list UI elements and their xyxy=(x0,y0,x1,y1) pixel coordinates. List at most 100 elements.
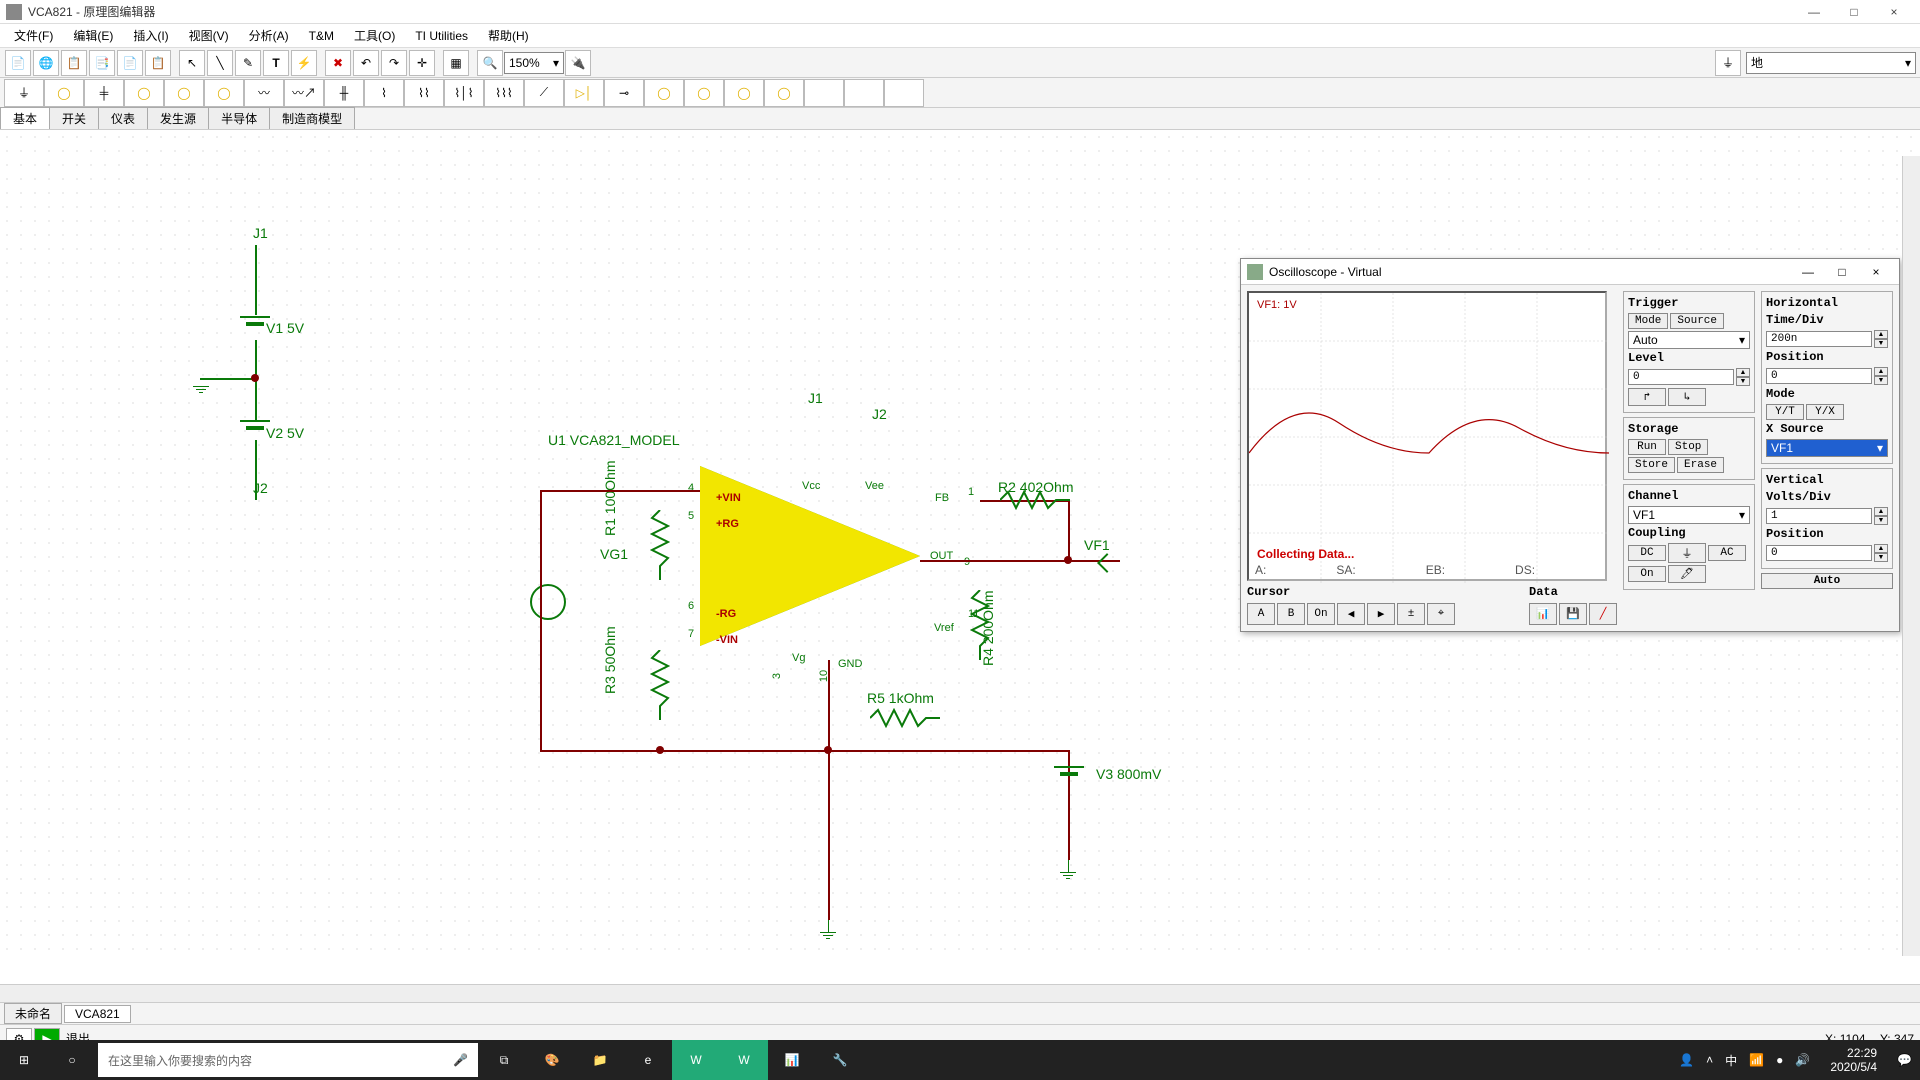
coupling-dc[interactable]: DC xyxy=(1628,545,1666,561)
pencil-tool[interactable]: ✎ xyxy=(235,50,261,76)
osc-screen[interactable]: VF1: 1V Collecting Data... A: SA: EB: xyxy=(1247,291,1607,581)
mode-yt[interactable]: Y/T xyxy=(1766,404,1804,420)
symbol-tool[interactable]: ⚡ xyxy=(291,50,317,76)
taskbar-wps2[interactable]: W xyxy=(720,1040,768,1080)
trigger-level-down[interactable]: ▼ xyxy=(1736,377,1750,386)
tab-basic[interactable]: 基本 xyxy=(0,107,50,129)
canvas-scrollbar-v[interactable] xyxy=(1902,156,1920,956)
comp-switch[interactable]: ⟋ xyxy=(524,79,564,107)
taskbar-tina[interactable]: 🔧 xyxy=(816,1040,864,1080)
comp-empty-2[interactable] xyxy=(844,79,884,107)
taskbar-search[interactable]: 在这里输入你要搜索的内容 🎤 xyxy=(98,1043,478,1077)
zoom-tool[interactable]: 🔍 xyxy=(477,50,503,76)
comp-pot[interactable]: 〰↗ xyxy=(284,79,324,107)
grid-tool[interactable]: ▦ xyxy=(443,50,469,76)
comp-ground[interactable]: ⏚ xyxy=(4,79,44,107)
rotate-right[interactable]: ↷ xyxy=(381,50,407,76)
menu-edit[interactable]: 编辑(E) xyxy=(63,25,123,46)
source-vg1[interactable] xyxy=(530,584,566,620)
delete-tool[interactable]: ✖ xyxy=(325,50,351,76)
osc-close[interactable]: × xyxy=(1859,265,1893,279)
trigger-mode-combo[interactable]: Auto▾ xyxy=(1628,331,1750,349)
cursor-updown[interactable]: ± xyxy=(1397,603,1425,625)
close-button[interactable]: × xyxy=(1874,5,1914,19)
menu-help[interactable]: 帮助(H) xyxy=(478,25,539,46)
mirror-tool[interactable]: ✛ xyxy=(409,50,435,76)
canvas-scrollbar-h[interactable] xyxy=(0,984,1920,1002)
mode-yx[interactable]: Y/X xyxy=(1806,404,1844,420)
comp-source4[interactable]: ◯ xyxy=(204,79,244,107)
cursor-b[interactable]: B xyxy=(1277,603,1305,625)
cursor-right[interactable]: ▶ xyxy=(1367,603,1395,625)
toolbar-btn-1[interactable]: 📄 xyxy=(5,50,31,76)
channel-color[interactable]: 🖊 xyxy=(1668,565,1706,583)
menu-tools[interactable]: 工具(O) xyxy=(344,25,405,46)
comp-source1[interactable]: ◯ xyxy=(44,79,84,107)
menu-ti[interactable]: TI Utilities xyxy=(405,27,478,45)
tray-ime-icon[interactable]: 中 xyxy=(1725,1052,1737,1069)
storage-store[interactable]: Store xyxy=(1628,457,1675,473)
cursor-find[interactable]: ⌖ xyxy=(1427,603,1455,625)
comp-s7[interactable]: ◯ xyxy=(724,79,764,107)
horiz-pos-input[interactable]: 0 xyxy=(1766,368,1872,384)
osc-minimize[interactable]: — xyxy=(1791,265,1825,279)
menu-file[interactable]: 文件(F) xyxy=(4,25,63,46)
osc-titlebar[interactable]: Oscilloscope - Virtual — □ × xyxy=(1241,259,1899,285)
toolbar-btn-onoff[interactable]: 🔌 xyxy=(565,50,591,76)
ground-icon[interactable]: ⏚ xyxy=(1715,50,1741,76)
doc-tab-vca821[interactable]: VCA821 xyxy=(64,1005,131,1023)
menu-analysis[interactable]: 分析(A) xyxy=(239,25,299,46)
storage-stop[interactable]: Stop xyxy=(1668,439,1708,455)
zoom-combo[interactable]: 150%▾ xyxy=(504,52,564,74)
data-btn-2[interactable]: 💾 xyxy=(1559,603,1587,625)
wire-tool[interactable]: ╲ xyxy=(207,50,233,76)
comp-s8[interactable]: ◯ xyxy=(764,79,804,107)
cursor-a[interactable]: A xyxy=(1247,603,1275,625)
ground-combo[interactable]: 地▾ xyxy=(1746,52,1916,74)
toolbar-btn-3[interactable]: 📋 xyxy=(61,50,87,76)
timediv-input[interactable]: 200n xyxy=(1766,331,1872,347)
voltsdiv-up[interactable]: ▲ xyxy=(1874,507,1888,516)
menu-view[interactable]: 视图(V) xyxy=(179,25,239,46)
toolbar-btn-5[interactable]: 📄 xyxy=(117,50,143,76)
data-btn-1[interactable]: 📊 xyxy=(1529,603,1557,625)
tab-source[interactable]: 发生源 xyxy=(147,107,209,129)
channel-on[interactable]: On xyxy=(1628,566,1666,582)
voltsdiv-input[interactable]: 1 xyxy=(1766,508,1872,524)
xsource-combo[interactable]: VF1▾ xyxy=(1766,439,1888,457)
tab-semi[interactable]: 半导体 xyxy=(208,107,270,129)
cursor-left[interactable]: ◀ xyxy=(1337,603,1365,625)
storage-run[interactable]: Run xyxy=(1628,439,1666,455)
taskbar-app-1[interactable]: 🎨 xyxy=(528,1040,576,1080)
tab-switch[interactable]: 开关 xyxy=(49,107,99,129)
timediv-up[interactable]: ▲ xyxy=(1874,330,1888,339)
comp-s5[interactable]: ◯ xyxy=(644,79,684,107)
osc-maximize[interactable]: □ xyxy=(1825,265,1859,279)
osc-auto-button[interactable]: Auto xyxy=(1761,573,1893,589)
trigger-mode-btn[interactable]: Mode xyxy=(1628,313,1668,329)
taskbar-clock[interactable]: 22:29 2020/5/4 xyxy=(1822,1046,1885,1075)
toolbar-btn-2[interactable]: 🌐 xyxy=(33,50,59,76)
comp-s6[interactable]: ◯ xyxy=(684,79,724,107)
taskbar-explorer[interactable]: 📁 xyxy=(576,1040,624,1080)
tray-wifi-icon[interactable]: 📶 xyxy=(1749,1053,1764,1067)
comp-source2[interactable]: ◯ xyxy=(124,79,164,107)
tab-meter[interactable]: 仪表 xyxy=(98,107,148,129)
hpos-down[interactable]: ▼ xyxy=(1874,376,1888,385)
data-btn-3[interactable]: ╱ xyxy=(1589,603,1617,625)
comp-battery[interactable]: ╪ xyxy=(84,79,124,107)
task-view-icon[interactable]: ⧉ xyxy=(480,1040,528,1080)
comp-xfmr[interactable]: ⌇⌇ xyxy=(404,79,444,107)
vpos-up[interactable]: ▲ xyxy=(1874,544,1888,553)
coupling-gnd[interactable]: ⏚ xyxy=(1668,543,1706,563)
timediv-down[interactable]: ▼ xyxy=(1874,339,1888,348)
comp-empty-3[interactable] xyxy=(884,79,924,107)
cortana-icon[interactable]: ○ xyxy=(48,1040,96,1080)
taskbar-wps1[interactable]: W xyxy=(672,1040,720,1080)
trigger-level-input[interactable]: 0 xyxy=(1628,369,1734,385)
comp-source3[interactable]: ◯ xyxy=(164,79,204,107)
taskbar-edge[interactable]: e xyxy=(624,1040,672,1080)
tray-people-icon[interactable]: 👤 xyxy=(1679,1053,1694,1067)
storage-erase[interactable]: Erase xyxy=(1677,457,1724,473)
rotate-left[interactable]: ↶ xyxy=(353,50,379,76)
